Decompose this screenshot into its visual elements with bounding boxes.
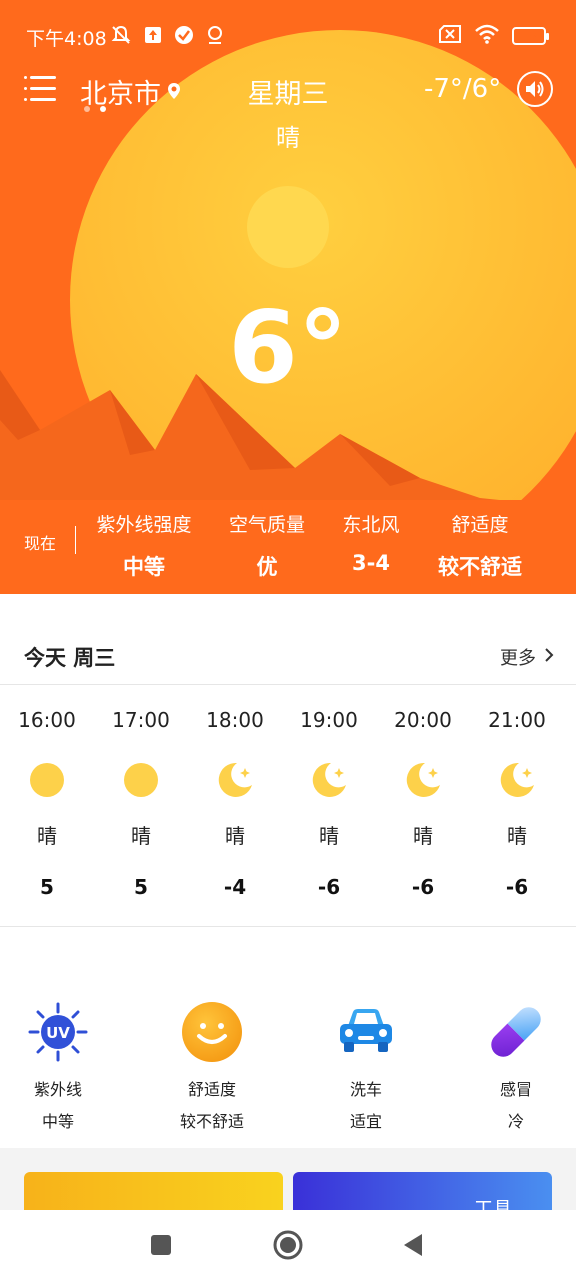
- battery-icon: 87: [512, 27, 549, 45]
- page-dot: [84, 106, 90, 112]
- sun-icon: [124, 763, 158, 797]
- life-item-cold[interactable]: 感冒 冷: [456, 1000, 576, 1132]
- promo-card-yellow[interactable]: [24, 1172, 283, 1212]
- pill-icon: [491, 1007, 541, 1057]
- now-label: 现在: [24, 534, 57, 553]
- moon-stars-icon: [406, 762, 440, 797]
- speaker-icon[interactable]: [517, 71, 553, 107]
- life-item-carwash[interactable]: 洗车 适宜: [306, 1000, 426, 1132]
- metric-uv[interactable]: 紫外线强度 中等: [94, 510, 194, 581]
- status-bar: 下午4:08 87: [0, 18, 576, 54]
- back-triangle-icon[interactable]: [396, 1228, 430, 1262]
- uv-icon: UV: [28, 1002, 88, 1062]
- upload-icon: [144, 26, 162, 48]
- hourly-forecast: 16:00 晴 5 17:00 晴 5 18:00 晴 -4 19:00 晴 -…: [0, 700, 576, 910]
- moon-stars-icon: [218, 762, 252, 797]
- moon-stars-icon: [312, 762, 346, 797]
- metric-wind[interactable]: 东北风 3-4: [336, 510, 406, 575]
- hour-item[interactable]: 16:00 晴 5: [0, 700, 94, 899]
- weather-hero: 下午4:08 87 北京市 星期三 晴 -7°/6° 6° 现在 紫外线强度 中…: [0, 0, 576, 594]
- moon-stars-icon: [500, 762, 534, 797]
- smiley-icon: [182, 1002, 242, 1062]
- metric-air-quality[interactable]: 空气质量 优: [222, 510, 312, 581]
- check-circle-icon: [174, 25, 194, 49]
- hour-item[interactable]: 18:00 晴 -4: [188, 700, 282, 899]
- hour-item[interactable]: 21:00 晴 -6: [470, 700, 564, 899]
- car-icon: [340, 1009, 392, 1052]
- current-metrics: 现在 紫外线强度 中等 空气质量 优 东北风 3-4 舒适度 较不舒适: [0, 506, 576, 579]
- today-header: 今天 周三 更多: [0, 630, 576, 682]
- location-pin-icon: [206, 25, 224, 49]
- battery-percentage: 87: [528, 29, 544, 43]
- condition-label: 晴: [276, 124, 300, 152]
- mute-bell-icon: [110, 24, 132, 50]
- sun-icon: [30, 763, 64, 797]
- page-dot-active: [100, 106, 106, 112]
- wifi-icon: [474, 24, 500, 48]
- life-item-comfort[interactable]: 舒适度 较不舒适: [152, 1000, 272, 1132]
- more-link[interactable]: 更多: [500, 644, 554, 670]
- divider: [0, 926, 576, 927]
- divider: [0, 684, 576, 685]
- uv-icon-text: UV: [46, 1024, 70, 1042]
- life-index: UV 紫外线 中等 舒适度 较不舒适 洗车 适宜 感冒 冷: [0, 1000, 576, 1132]
- small-sun-shape: [247, 186, 329, 268]
- today-title: 今天 周三: [24, 646, 116, 670]
- life-item-uv[interactable]: UV 紫外线 中等: [0, 1000, 118, 1132]
- page-indicator: [84, 106, 106, 112]
- chevron-right-icon: [544, 647, 554, 668]
- weekday-label: 星期三: [247, 79, 329, 110]
- promo-card-tools[interactable]: 工具: [293, 1172, 552, 1212]
- no-sim-icon: [438, 25, 462, 47]
- home-circle-icon[interactable]: [271, 1228, 305, 1262]
- temp-range: -7°/6°: [424, 74, 502, 104]
- hour-item[interactable]: 19:00 晴 -6: [282, 700, 376, 899]
- hour-item[interactable]: 20:00 晴 -6: [376, 700, 470, 899]
- metric-comfort[interactable]: 舒适度 较不舒适: [430, 510, 530, 581]
- hour-item[interactable]: 17:00 晴 5: [94, 700, 188, 899]
- menu-icon[interactable]: [24, 74, 56, 104]
- status-time: 下午4:08: [26, 28, 107, 50]
- location-marker-icon: [167, 76, 181, 107]
- system-nav-bar: [0, 1210, 576, 1280]
- current-temperature: 6°: [228, 289, 348, 406]
- recents-square-icon[interactable]: [144, 1228, 178, 1262]
